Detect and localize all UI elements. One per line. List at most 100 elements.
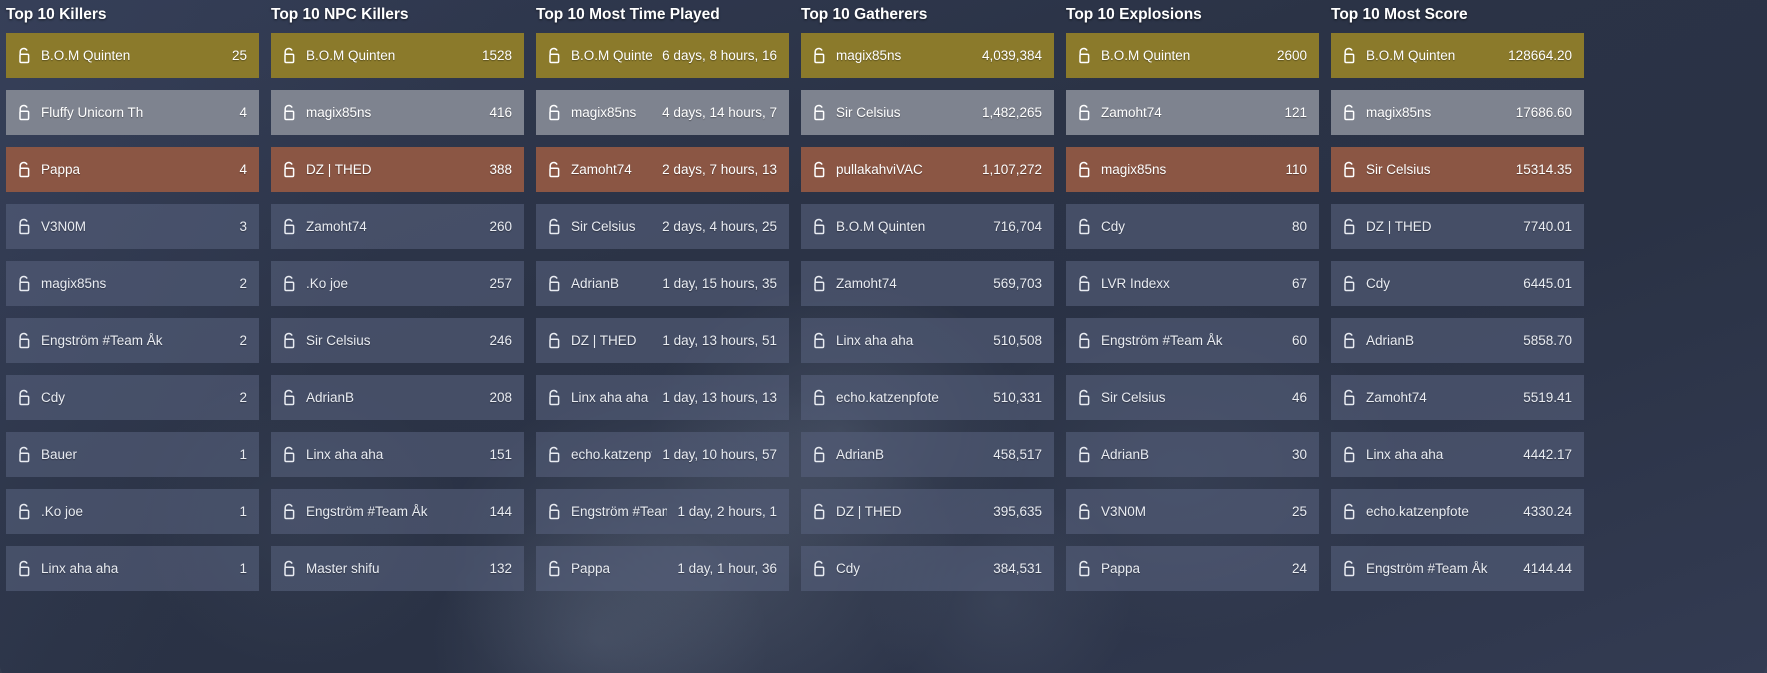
player-name: magix85ns [1366, 105, 1432, 120]
leaderboard-row[interactable]: DZ | THED 1 day, 13 hours, 51 [536, 318, 789, 363]
leaderboard-row[interactable]: DZ | THED 7740.01 [1331, 204, 1584, 249]
leaderboard-row[interactable]: Cdy 80 [1066, 204, 1319, 249]
leaderboard-row[interactable]: B.O.M Quinten 1528 [271, 33, 524, 78]
leaderboard-row[interactable]: Linx aha aha 1 [6, 546, 259, 591]
player-name: Cdy [1366, 276, 1391, 291]
player-value: 30 [1291, 447, 1307, 462]
leaderboard-row[interactable]: V3N0M 3 [6, 204, 259, 249]
player-value: 4144.44 [1523, 561, 1572, 576]
player-name: magix85ns [836, 48, 902, 63]
leaderboard-row[interactable]: magix85ns 4,039,384 [801, 33, 1054, 78]
player-name: Engström #Team Åk [571, 504, 668, 519]
leaderboard-row[interactable]: magix85ns 4 days, 14 hours, 7 [536, 90, 789, 135]
leaderboard-row[interactable]: pullakahviVAC 1,107,272 [801, 147, 1054, 192]
leaderboard-row[interactable]: LVR Indexx 67 [1066, 261, 1319, 306]
player-value: 246 [489, 333, 512, 348]
unlocked-padlock-icon [1077, 332, 1092, 349]
leaderboard-row[interactable]: .Ko joe 1 [6, 489, 259, 534]
leaderboard-row[interactable]: DZ | THED 395,635 [801, 489, 1054, 534]
leaderboard-row[interactable]: Linx aha aha 1 day, 13 hours, 13 [536, 375, 789, 420]
leaderboard-row[interactable]: AdrianB 458,517 [801, 432, 1054, 477]
leaderboard-row[interactable]: echo.katzenpfote 1 day, 10 hours, 57 [536, 432, 789, 477]
player-value: 2 [239, 390, 247, 405]
unlocked-padlock-icon [282, 104, 297, 121]
player-name: Sir Celsius [1101, 390, 1166, 405]
player-value: 3 [239, 219, 247, 234]
leaderboard-row[interactable]: Cdy 6445.01 [1331, 261, 1584, 306]
leaderboard-row[interactable]: magix85ns 416 [271, 90, 524, 135]
leaderboard-row[interactable]: magix85ns 17686.60 [1331, 90, 1584, 135]
leaderboard-row[interactable]: Zamoht74 2 days, 7 hours, 13 [536, 147, 789, 192]
leaderboard-row[interactable]: Engström #Team Åk 60 [1066, 318, 1319, 363]
leaderboard-row[interactable]: V3N0M 25 [1066, 489, 1319, 534]
unlocked-padlock-icon [1077, 560, 1092, 577]
leaderboard-row[interactable]: Zamoht74 260 [271, 204, 524, 249]
leaderboard-row[interactable]: Engström #Team Åk 4144.44 [1331, 546, 1584, 591]
leaderboard-row[interactable]: Pappa 24 [1066, 546, 1319, 591]
leaderboard-row[interactable]: AdrianB 5858.70 [1331, 318, 1584, 363]
leaderboard-row[interactable]: Master shifu 132 [271, 546, 524, 591]
leaderboard-row[interactable]: Engström #Team Åk 2 [6, 318, 259, 363]
leaderboard-row[interactable]: Cdy 384,531 [801, 546, 1054, 591]
player-value: 4 [239, 162, 247, 177]
unlocked-padlock-icon [17, 560, 32, 577]
leaderboard-row[interactable]: magix85ns 110 [1066, 147, 1319, 192]
leaderboard-row[interactable]: Linx aha aha 4442.17 [1331, 432, 1584, 477]
leaderboard-row[interactable]: Sir Celsius 1,482,265 [801, 90, 1054, 135]
leaderboard-row[interactable]: .Ko joe 257 [271, 261, 524, 306]
leaderboard-row[interactable]: Sir Celsius 15314.35 [1331, 147, 1584, 192]
leaderboard-row[interactable]: Zamoht74 569,703 [801, 261, 1054, 306]
leaderboard-row[interactable]: B.O.M Quinten 716,704 [801, 204, 1054, 249]
leaderboard-row[interactable]: Pappa 1 day, 1 hour, 36 [536, 546, 789, 591]
leaderboard-row[interactable]: Fluffy Unicorn Th 4 [6, 90, 259, 135]
player-name: Zamoht74 [1366, 390, 1427, 405]
leaderboard-rows: magix85ns 4,039,384 Sir Celsius 1,482,265 pu… [795, 33, 1060, 591]
leaderboard-row[interactable]: echo.katzenpfote 510,331 [801, 375, 1054, 420]
player-value: 5519.41 [1523, 390, 1572, 405]
unlocked-padlock-icon [282, 503, 297, 520]
player-value: 110 [1285, 162, 1307, 177]
leaderboard-row[interactable]: Zamoht74 121 [1066, 90, 1319, 135]
unlocked-padlock-icon [17, 332, 32, 349]
unlocked-padlock-icon [1077, 218, 1092, 235]
unlocked-padlock-icon [1342, 332, 1357, 349]
leaderboard-row[interactable]: B.O.M Quinten 128664.20 [1331, 33, 1584, 78]
player-name: DZ | THED [306, 162, 372, 177]
unlocked-padlock-icon [812, 275, 827, 292]
player-value: 510,331 [993, 390, 1042, 405]
leaderboard-row[interactable]: Zamoht74 5519.41 [1331, 375, 1584, 420]
player-value: 128664.20 [1508, 48, 1572, 63]
unlocked-padlock-icon [1342, 218, 1357, 235]
leaderboard-row[interactable]: B.O.M Quinten 6 days, 8 hours, 16 [536, 33, 789, 78]
leaderboard-row[interactable]: Sir Celsius 2 days, 4 hours, 25 [536, 204, 789, 249]
leaderboard-row[interactable]: B.O.M Quinten 25 [6, 33, 259, 78]
unlocked-padlock-icon [812, 446, 827, 463]
leaderboard-row[interactable]: DZ | THED 388 [271, 147, 524, 192]
leaderboard-row[interactable]: AdrianB 208 [271, 375, 524, 420]
leaderboard-row[interactable]: Sir Celsius 246 [271, 318, 524, 363]
column-title: Top 10 Explosions [1066, 6, 1202, 23]
leaderboard-row[interactable]: Sir Celsius 46 [1066, 375, 1319, 420]
leaderboard-row[interactable]: Engström #Team Åk 144 [271, 489, 524, 534]
player-name: magix85ns [1101, 162, 1167, 177]
unlocked-padlock-icon [547, 104, 562, 121]
leaderboard-row[interactable]: Cdy 2 [6, 375, 259, 420]
leaderboard-row[interactable]: Linx aha aha 151 [271, 432, 524, 477]
column-title: Top 10 NPC Killers [271, 6, 409, 23]
leaderboard-row[interactable]: Pappa 4 [6, 147, 259, 192]
leaderboard-row[interactable]: AdrianB 1 day, 15 hours, 35 [536, 261, 789, 306]
player-value: 2 days, 4 hours, 25 [662, 219, 777, 234]
unlocked-padlock-icon [1077, 389, 1092, 406]
leaderboard-row[interactable]: B.O.M Quinten 2600 [1066, 33, 1319, 78]
player-value: 1,482,265 [981, 105, 1042, 120]
leaderboard-row[interactable]: Bauer 1 [6, 432, 259, 477]
unlocked-padlock-icon [812, 161, 827, 178]
player-value: 1 day, 13 hours, 51 [662, 333, 777, 348]
leaderboard-row[interactable]: echo.katzenpfote 4330.24 [1331, 489, 1584, 534]
player-value: 1,107,272 [981, 162, 1042, 177]
unlocked-padlock-icon [17, 47, 32, 64]
leaderboard-row[interactable]: AdrianB 30 [1066, 432, 1319, 477]
leaderboard-row[interactable]: Linx aha aha 510,508 [801, 318, 1054, 363]
leaderboard-row[interactable]: Engström #Team Åk 1 day, 2 hours, 1 [536, 489, 789, 534]
leaderboard-row[interactable]: magix85ns 2 [6, 261, 259, 306]
